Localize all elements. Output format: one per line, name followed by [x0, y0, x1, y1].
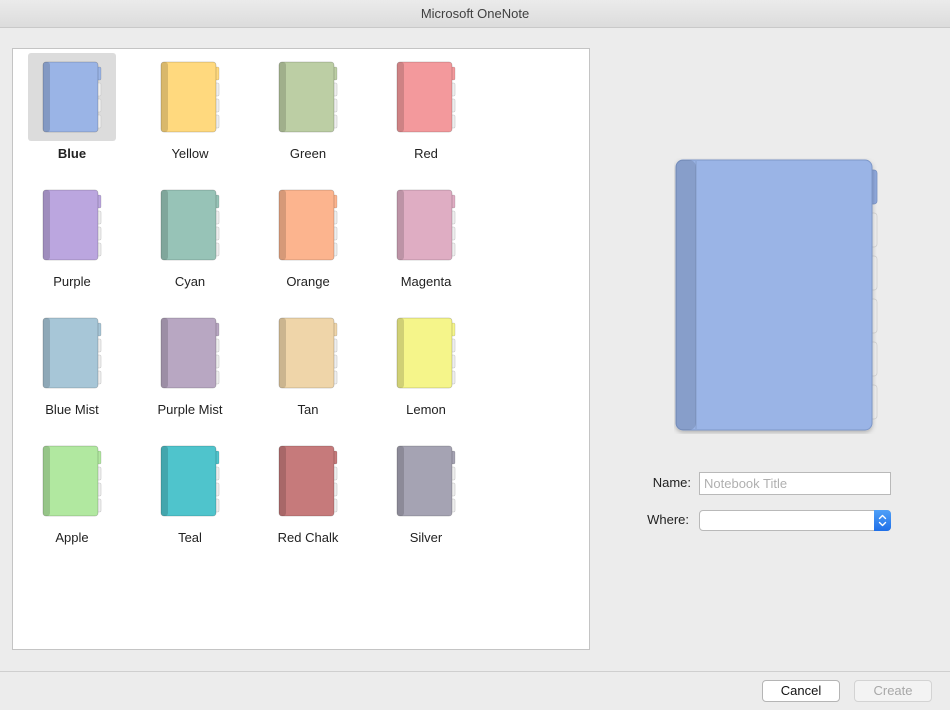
notebook-icon — [160, 317, 220, 389]
color-option-label: Yellow — [171, 146, 209, 161]
color-option-tan[interactable]: Tan — [264, 309, 352, 425]
notebook-icon — [396, 445, 456, 517]
color-option-teal[interactable]: Teal — [146, 437, 234, 553]
color-option-label: Green — [289, 146, 327, 161]
notebook-icon — [396, 317, 456, 389]
color-option-label: Blue — [57, 146, 87, 161]
color-option-label: Silver — [409, 530, 443, 545]
color-option-magenta[interactable]: Magenta — [382, 181, 470, 297]
cancel-button[interactable]: Cancel — [762, 680, 840, 702]
notebook-icon — [160, 61, 220, 133]
color-option-yellow[interactable]: Yellow — [146, 53, 234, 169]
color-option-label: Cyan — [174, 274, 206, 289]
color-option-apple[interactable]: Apple — [28, 437, 116, 553]
color-option-label: Magenta — [400, 274, 452, 289]
notebook-icon — [396, 189, 456, 261]
notebook-icon — [42, 61, 102, 133]
color-option-orange[interactable]: Orange — [264, 181, 352, 297]
color-option-label: Orange — [286, 274, 330, 289]
name-label: Name: — [652, 475, 691, 490]
color-option-label: Red Chalk — [277, 530, 339, 545]
color-option-label: Lemon — [406, 402, 446, 417]
color-option-purple-mist[interactable]: Purple Mist — [146, 309, 234, 425]
notebook-icon — [278, 189, 338, 261]
color-option-label: Red — [414, 146, 438, 161]
color-option-label: Tan — [297, 402, 319, 417]
color-option-label: Apple — [55, 530, 89, 545]
notebook-icon — [278, 61, 338, 133]
notebook-name-input[interactable] — [699, 472, 891, 495]
color-option-red-chalk[interactable]: Red Chalk — [264, 437, 352, 553]
create-button[interactable]: Create — [854, 680, 932, 702]
color-option-blue[interactable]: Blue — [28, 53, 116, 169]
color-option-label: Blue Mist — [45, 402, 99, 417]
color-option-cyan[interactable]: Cyan — [146, 181, 234, 297]
where-select[interactable] — [699, 510, 891, 531]
notebook-icon — [160, 189, 220, 261]
notebook-preview-icon — [675, 159, 878, 431]
color-option-label: Purple — [53, 274, 91, 289]
color-grid: Blue Yellow Green Red Purple Cyan Orange Magent… — [12, 48, 590, 650]
notebook-icon — [42, 445, 102, 517]
notebook-icon — [278, 445, 338, 517]
color-option-label: Teal — [178, 530, 202, 545]
color-option-purple[interactable]: Purple — [28, 181, 116, 297]
up-down-chevron-icon[interactable] — [874, 510, 891, 531]
where-label: Where: — [647, 512, 689, 527]
color-option-blue-mist[interactable]: Blue Mist — [28, 309, 116, 425]
color-option-label: Purple Mist — [157, 402, 223, 417]
notebook-icon — [278, 317, 338, 389]
window-title: Microsoft OneNote — [0, 0, 950, 28]
color-option-silver[interactable]: Silver — [382, 437, 470, 553]
color-option-green[interactable]: Green — [264, 53, 352, 169]
color-option-lemon[interactable]: Lemon — [382, 309, 470, 425]
notebook-icon — [42, 189, 102, 261]
color-option-red[interactable]: Red — [382, 53, 470, 169]
notebook-icon — [42, 317, 102, 389]
notebook-icon — [396, 61, 456, 133]
notebook-icon — [160, 445, 220, 517]
